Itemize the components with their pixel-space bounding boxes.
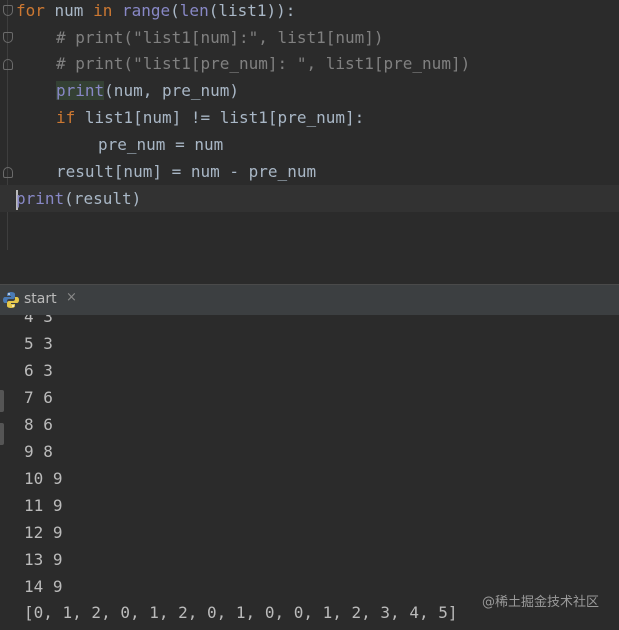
code-token: (result) [64, 189, 142, 208]
code-token: ( [170, 1, 180, 20]
code-line[interactable]: pre_num = num [16, 131, 223, 158]
run-tab-start[interactable]: start × [0, 285, 88, 315]
console-result-line: [0, 1, 2, 0, 1, 2, 0, 1, 0, 0, 1, 2, 3, … [24, 603, 458, 622]
code-token: result[num] = num - pre_num [56, 162, 317, 181]
python-icon [3, 292, 19, 308]
console-line: 5 3 [24, 334, 53, 353]
fold-icon[interactable] [3, 5, 13, 16]
console-line: 10 9 [24, 469, 63, 488]
code-line[interactable]: if list1[num] != list1[pre_num]: [16, 104, 364, 131]
fold-icon[interactable] [3, 59, 13, 70]
console-side-button[interactable] [0, 390, 4, 412]
close-icon[interactable]: × [66, 290, 77, 305]
code-token: (num, pre_num) [104, 81, 240, 100]
console-line: 7 6 [24, 388, 53, 407]
console-line: 13 9 [24, 550, 63, 569]
code-token: (list1)): [208, 1, 296, 20]
code-token: print [16, 189, 65, 208]
console-line: 6 3 [24, 361, 53, 380]
fold-icon[interactable] [3, 167, 13, 178]
code-line[interactable]: for num in range(len(list1)): [16, 0, 295, 24]
fold-icon[interactable] [3, 32, 13, 43]
code-token: list1[num] != list1[pre_num]: [75, 108, 365, 127]
code-token: for [16, 1, 45, 20]
console-output[interactable]: 4 3 5 3 6 3 7 6 8 6 9 8 10 9 11 9 12 9 1… [0, 315, 619, 630]
code-token: # print("list1[pre_num]: ", list1[pre_nu… [56, 54, 471, 73]
console-line: 4 3 [24, 315, 53, 326]
code-editor[interactable]: for num in range(len(list1)): # print("l… [0, 0, 619, 250]
run-tab-label: start [24, 291, 57, 307]
console-line: 12 9 [24, 523, 63, 542]
console-line: 14 9 [24, 577, 63, 596]
code-token: range [121, 1, 171, 20]
run-panel-header: start × [0, 284, 619, 315]
code-token: # print("list1[num]:", list1[num]) [56, 28, 384, 47]
code-line[interactable]: print(num, pre_num) [16, 77, 239, 104]
code-token: in [93, 1, 113, 20]
editor-empty-area[interactable] [0, 250, 619, 284]
code-line[interactable]: # print("list1[num]:", list1[num]) [16, 24, 384, 51]
code-token: num [44, 1, 94, 20]
code-line[interactable]: result[num] = num - pre_num [16, 158, 316, 185]
code-token: pre_num = num [98, 135, 224, 154]
console-line: 11 9 [24, 496, 63, 515]
code-token: print [56, 81, 105, 100]
code-line-current[interactable]: print(result) [0, 185, 619, 212]
code-line[interactable]: # print("list1[pre_num]: ", list1[pre_nu… [16, 50, 470, 77]
watermark: @稀土掘金技术社区 [481, 595, 599, 610]
console-line: 8 6 [24, 415, 53, 434]
console-side-button[interactable] [0, 423, 4, 445]
code-token: len [179, 1, 209, 20]
code-token: if [56, 108, 76, 127]
console-line: 9 8 [24, 442, 53, 461]
